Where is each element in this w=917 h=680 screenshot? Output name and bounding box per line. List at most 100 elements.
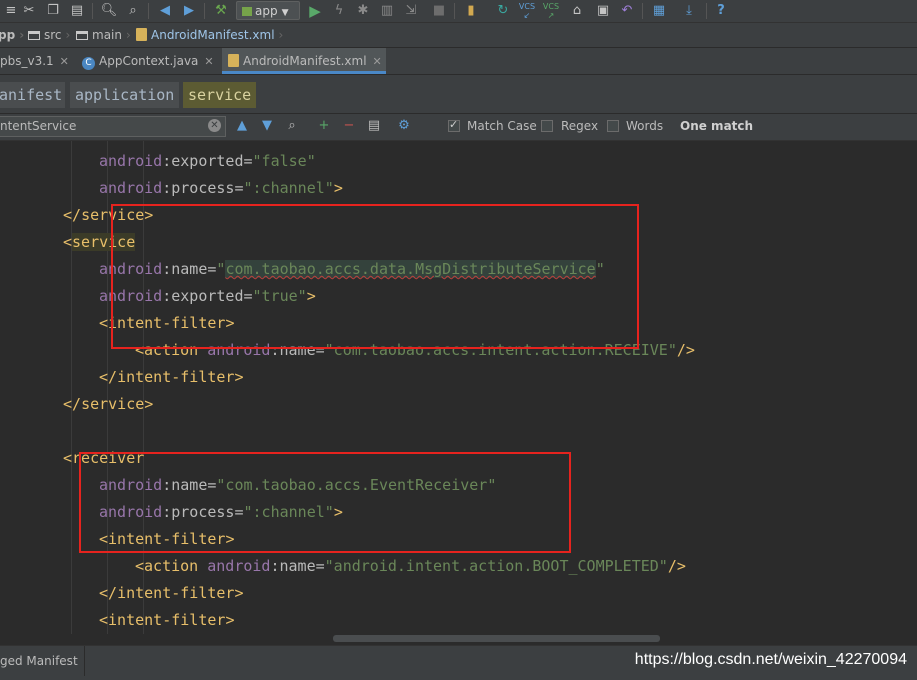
vcs-history-icon[interactable]: ⌂ — [568, 2, 586, 20]
previous-occurrence-icon[interactable]: ▲ — [234, 118, 250, 134]
build-icon[interactable]: ⚒ — [212, 2, 230, 20]
code-token: name — [279, 557, 316, 575]
attach-icon[interactable]: ⇲ — [402, 2, 420, 20]
match-status: One match — [680, 119, 754, 133]
code-token: intent-filter — [117, 584, 235, 602]
code-token: android — [99, 152, 163, 170]
profile-icon[interactable]: ▥ — [378, 2, 396, 20]
code-line[interactable]: </intent-filter> — [99, 366, 244, 388]
remove-occurrence-icon[interactable]: − — [341, 118, 357, 134]
code-line[interactable]: </intent-filter> — [99, 582, 244, 604]
code-token: /> — [676, 341, 695, 359]
xml-path-application[interactable]: application — [70, 82, 179, 108]
breadcrumb-item-manifest[interactable]: AndroidManifest.xml › — [136, 23, 283, 47]
merged-manifest-tab[interactable]: ged Manifest — [0, 646, 85, 676]
xml-file-icon — [136, 28, 147, 41]
bottom-bar: ged Manifest https://blog.csdn.net/weixi… — [0, 645, 917, 680]
vcs-revert-icon[interactable]: ↶ — [618, 2, 636, 20]
paste-icon[interactable]: ▤ — [68, 2, 86, 20]
code-line[interactable]: <intent-filter> — [99, 609, 234, 631]
vcs-compare-icon[interactable]: ▣ — [594, 2, 612, 20]
code-line[interactable]: </service> — [63, 393, 153, 415]
code-token: < — [135, 557, 145, 575]
stop-icon[interactable]: ■ — [430, 2, 448, 20]
code-token: > — [234, 584, 244, 602]
xml-path-bar: anifest application service — [0, 75, 917, 114]
code-token: </ — [63, 206, 82, 224]
code-token: : — [270, 557, 280, 575]
select-all-occurrences-icon[interactable]: ▤ — [366, 118, 382, 134]
code-token: "false" — [252, 152, 316, 170]
code-token: service — [81, 395, 145, 413]
xml-path-service[interactable]: service — [183, 82, 256, 108]
vcs-update-icon[interactable]: VCS ↙ — [518, 2, 536, 20]
editor-tabs: pbs_v3.1 ✕ C AppContext.java ✕ AndroidManif… — [0, 48, 917, 75]
breadcrumb-label: main — [92, 28, 122, 42]
breadcrumb-item-app[interactable]: pp › — [0, 23, 24, 47]
clear-search-icon[interactable]: ✕ — [208, 119, 221, 132]
scrollbar-thumb[interactable] — [333, 635, 660, 642]
next-occurrence-icon[interactable]: ▼ — [259, 118, 275, 134]
annotation-box-service — [111, 204, 639, 349]
xml-path-manifest[interactable]: anifest — [0, 82, 65, 108]
horizontal-scrollbar[interactable] — [0, 634, 917, 644]
xml-path-label: service — [188, 86, 252, 104]
words-checkbox[interactable] — [607, 120, 619, 132]
project-structure-icon[interactable]: ▦ — [650, 2, 668, 20]
code-line[interactable]: android:process=":channel"> — [99, 177, 343, 199]
xml-file-icon — [228, 54, 239, 67]
search-input[interactable]: ntentService — [0, 116, 226, 137]
copy-icon[interactable]: ❐ — [44, 2, 62, 20]
folder-icon — [76, 31, 88, 40]
xml-path-label: application — [75, 86, 175, 104]
add-occurrence-icon[interactable]: + — [316, 118, 332, 134]
close-icon[interactable]: ✕ — [60, 55, 69, 68]
regex-checkbox[interactable] — [541, 120, 553, 132]
run-config-select[interactable]: app ▼ — [236, 1, 300, 20]
sync-icon[interactable]: ↻ — [494, 2, 512, 20]
cut-icon[interactable]: ✂ — [20, 2, 38, 20]
overflow-icon[interactable]: ≡ — [2, 2, 20, 20]
code-token: < — [63, 449, 73, 467]
run-icon[interactable]: ▶ — [306, 2, 324, 20]
find-all-icon[interactable]: ⌕ — [284, 118, 300, 134]
code-token: < — [99, 611, 109, 629]
code-token: intent-filter — [117, 368, 235, 386]
code-token: = — [315, 557, 325, 575]
breadcrumb-item-src[interactable]: src › — [28, 23, 70, 47]
replace-icon[interactable]: ⌕ — [124, 2, 142, 20]
sdk-manager-icon[interactable]: ⤓ — [680, 2, 698, 20]
tab-appcontext[interactable]: C AppContext.java ✕ — [76, 48, 218, 74]
debug-icon[interactable]: ✱ — [354, 2, 372, 20]
code-line[interactable]: android:exported="false" — [99, 150, 316, 172]
tab-androidmanifest[interactable]: AndroidManifest.xml ✕ — [222, 48, 386, 74]
close-icon[interactable]: ✕ — [204, 55, 213, 68]
code-line[interactable]: <action android:name="android.intent.act… — [135, 555, 686, 577]
settings-gear-icon[interactable]: ⚙ — [396, 118, 412, 134]
match-case-checkbox[interactable] — [448, 118, 460, 132]
code-token: < — [63, 233, 73, 251]
code-token: > — [144, 395, 154, 413]
close-icon[interactable]: ✕ — [373, 55, 382, 68]
code-token: </ — [63, 395, 82, 413]
code-token: intent-filter — [108, 611, 226, 629]
find-icon[interactable]: 🔍︎ — [100, 2, 118, 20]
code-token: ":channel" — [243, 179, 334, 197]
help-icon[interactable]: ? — [712, 2, 730, 20]
code-token: process — [171, 179, 235, 197]
match-case-label[interactable]: Match Case — [467, 119, 537, 133]
regex-label[interactable]: Regex — [561, 119, 598, 133]
tab-pbs[interactable]: pbs_v3.1 ✕ — [0, 48, 69, 74]
code-token: </ — [99, 368, 118, 386]
breadcrumb: pp › src › main › AndroidManifest.xml › — [0, 23, 917, 48]
code-token: > — [225, 611, 235, 629]
breadcrumb-item-main[interactable]: main › — [76, 23, 131, 47]
code-token: exported — [171, 152, 244, 170]
forward-icon[interactable]: ▶ — [180, 2, 198, 20]
code-token: < — [99, 314, 109, 332]
apply-changes-icon[interactable]: ϟ — [330, 2, 348, 20]
avd-icon[interactable]: ▮ — [462, 2, 480, 20]
words-label[interactable]: Words — [626, 119, 663, 133]
vcs-commit-icon[interactable]: VCS ↗ — [542, 2, 560, 20]
back-icon[interactable]: ◀ — [156, 2, 174, 20]
